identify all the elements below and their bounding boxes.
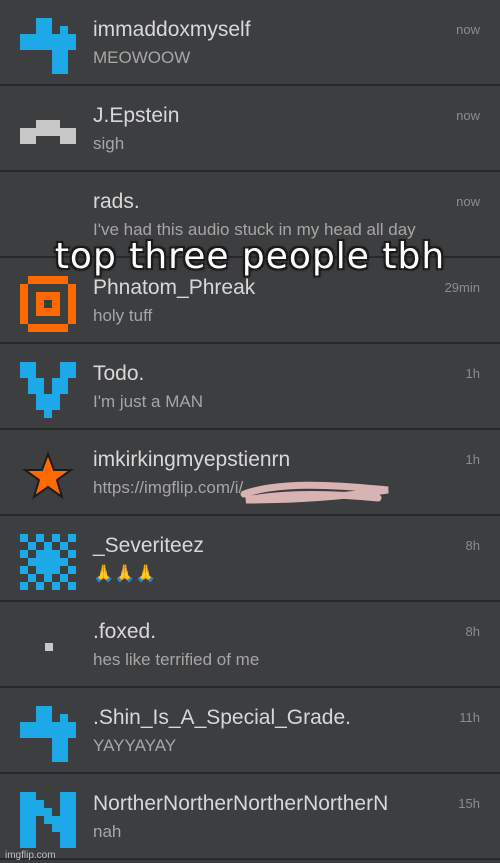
- timestamp: 1h: [465, 452, 480, 467]
- timestamp: now: [456, 194, 480, 209]
- timestamp: 8h: [465, 538, 480, 553]
- scribble-mark: [240, 481, 389, 504]
- chat-row[interactable]: NortherNortherNortherNortherN nah 15h: [0, 774, 500, 860]
- user-name: Todo.: [93, 362, 145, 385]
- orange-star-icon: [20, 448, 76, 504]
- chat-row[interactable]: _Severiteez 🙏🙏🙏 8h: [0, 516, 500, 602]
- last-message: holy tuff: [93, 306, 153, 325]
- last-message: MEOWOOW: [93, 48, 191, 67]
- blue-hook-icon: [20, 18, 76, 74]
- last-message: YAYYAYAY: [93, 736, 177, 755]
- last-message: I'm just a MAN: [93, 392, 203, 411]
- chat-row[interactable]: J.Epstein sigh now: [0, 86, 500, 172]
- last-message: nah: [93, 822, 122, 841]
- last-message: 🙏🙏🙏: [93, 564, 157, 583]
- timestamp: now: [456, 108, 480, 123]
- timestamp: 1h: [465, 366, 480, 381]
- last-message: https://imgflip.com/i/: [93, 478, 244, 497]
- blue-n-icon: [20, 792, 76, 848]
- timestamp: 29min: [444, 280, 480, 295]
- chat-row[interactable]: Todo. I'm just a MAN 1h: [0, 344, 500, 430]
- blue-v-icon: [20, 362, 76, 418]
- user-name: imkirkingmyepstienrn: [93, 448, 291, 471]
- timestamp: now: [456, 22, 480, 37]
- small-square-icon: [20, 620, 76, 676]
- user-name: _Severiteez: [93, 534, 204, 557]
- chat-row[interactable]: .Shin_Is_A_Special_Grade. YAYYAYAY 11h: [0, 688, 500, 774]
- user-name: .foxed.: [93, 620, 157, 643]
- chat-row[interactable]: immaddoxmyself MEOWOOW now: [0, 0, 500, 86]
- last-message: hes like terrified of me: [93, 650, 260, 669]
- chat-list: immaddoxmyself MEOWOOW now J.Epstein sig…: [0, 0, 500, 863]
- blue-hook-icon: [20, 706, 76, 762]
- gray-bar-icon: [20, 104, 76, 160]
- timestamp: 15h: [458, 796, 480, 811]
- chat-row[interactable]: .foxed. hes like terrified of me 8h: [0, 602, 500, 688]
- user-name: .Shin_Is_A_Special_Grade.: [93, 706, 351, 729]
- user-name: immaddoxmyself: [93, 18, 251, 41]
- orange-ring-icon: [20, 276, 76, 332]
- user-name: Phnatom_Phreak: [93, 276, 256, 299]
- last-message: sigh: [93, 134, 125, 153]
- user-name: NortherNortherNortherNortherN: [93, 792, 389, 815]
- blue-checker-icon: [20, 534, 76, 590]
- timestamp: 8h: [465, 624, 480, 639]
- user-name: rads.: [93, 190, 140, 213]
- user-name: J.Epstein: [93, 104, 180, 127]
- caption-overlay: top three people tbh: [54, 236, 446, 277]
- timestamp: 11h: [459, 710, 480, 725]
- watermark: imgflip.com: [5, 850, 56, 861]
